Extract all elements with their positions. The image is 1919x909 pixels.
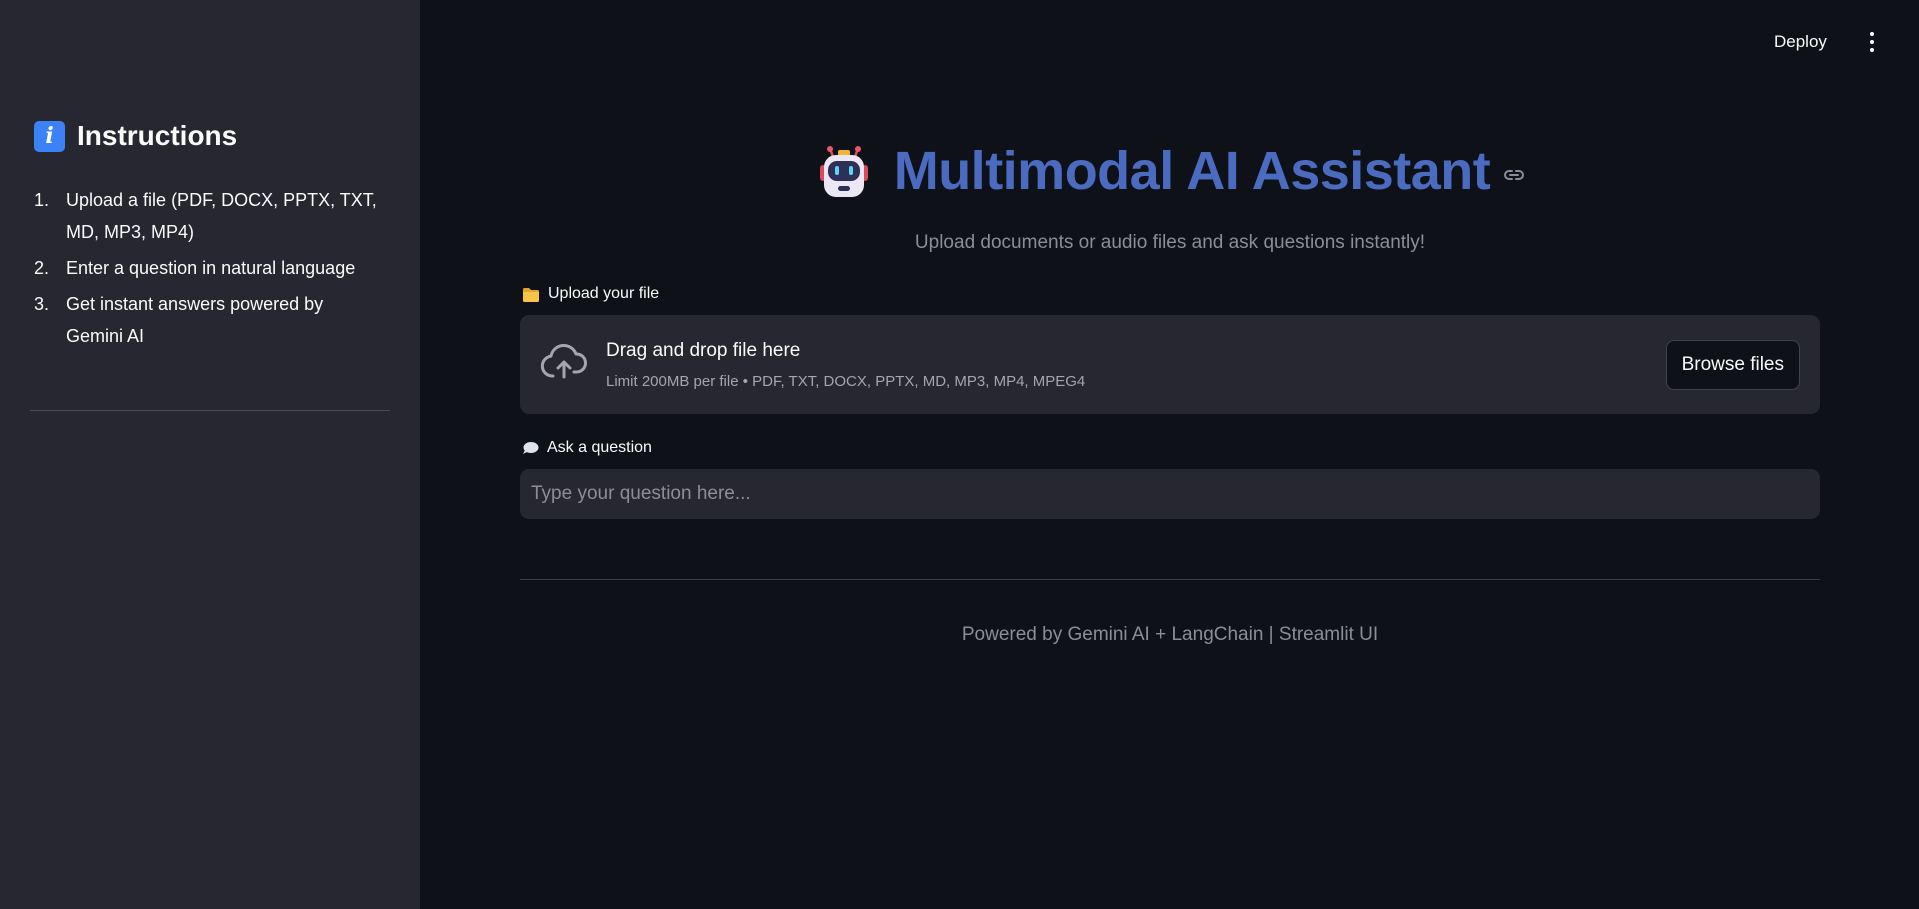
speech-bubble-icon [523,442,539,454]
list-item-number: 3. [34,294,50,314]
upload-label: Upload your file [522,285,659,303]
main-divider [520,579,1820,580]
list-item-number: 1. [34,190,50,210]
page-title-text: Multimodal AI Assistant [893,141,1491,201]
sidebar-title: i Instructions [34,120,237,152]
dropzone-limit-text: Limit 200MB per file • PDF, TXT, DOCX, P… [606,373,1086,390]
sidebar-title-text: Instructions [77,120,238,151]
info-icon: i [34,120,65,152]
kebab-menu-icon[interactable] [1862,28,1882,56]
instructions-list: 1. Upload a file (PDF, DOCX, PPTX, TXT, … [34,184,384,356]
list-item: 2. Enter a question in natural language [34,252,384,284]
list-item: 3. Get instant answers powered by Gemini… [34,288,384,352]
page-title: Multimodal AI Assistant [520,140,1820,202]
question-label-text: Ask a question [547,439,652,456]
page-subtitle: Upload documents or audio files and ask … [914,232,1426,253]
list-item: 1. Upload a file (PDF, DOCX, PPTX, TXT, … [34,184,384,248]
question-label: Ask a question [522,439,652,457]
list-item-number: 2. [34,258,50,278]
list-item-text: Enter a question in natural language [66,258,356,278]
file-dropzone[interactable]: Drag and drop file here Limit 200MB per … [520,315,1820,414]
browse-files-button[interactable]: Browse files [1665,340,1800,390]
robot-icon [819,146,868,197]
dropzone-instructions: Drag and drop file here [606,340,801,361]
folder-icon [523,287,539,302]
deploy-button[interactable]: Deploy [1770,30,1831,54]
question-input[interactable] [520,469,1820,519]
anchor-link-icon[interactable] [1502,163,1526,187]
list-item-text: Upload a file (PDF, DOCX, PPTX, TXT, MD,… [66,190,377,242]
cloud-upload-icon [540,343,587,379]
list-item-text: Get instant answers powered by Gemini AI [66,294,324,346]
sidebar: i Instructions 1. Upload a file (PDF, DO… [0,0,420,909]
upload-label-text: Upload your file [548,285,660,302]
sidebar-divider [30,410,390,411]
footer-text: Powered by Gemini AI + LangChain | Strea… [961,624,1379,645]
